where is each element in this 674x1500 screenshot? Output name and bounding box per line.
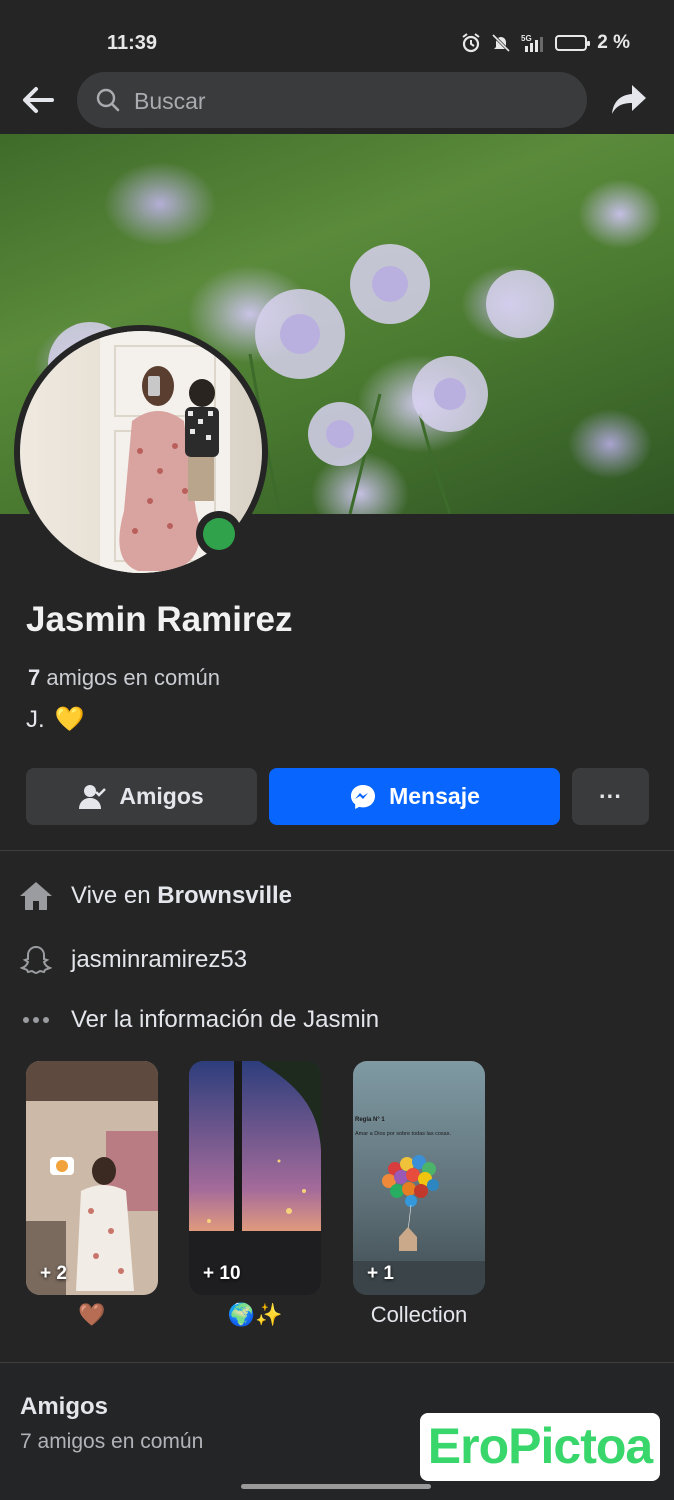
bio-emoji: 💛 (54, 706, 85, 733)
back-arrow-icon[interactable] (18, 80, 58, 120)
status-time: 11:39 (107, 32, 158, 54)
highlight-2-photo (189, 1061, 321, 1295)
share-icon[interactable] (610, 82, 648, 118)
more-options-button[interactable]: ··· (572, 768, 649, 825)
highlight-3-caption-title: Regla N° 1 (355, 1117, 385, 1123)
bio-text: J. (26, 705, 45, 733)
mute-bell-icon (492, 33, 511, 53)
highlight-2[interactable]: + 10 (189, 1061, 321, 1295)
signal-icon: 5G (521, 34, 544, 52)
watermark-logo: EroPictoa (420, 1413, 660, 1481)
more-info-row[interactable]: Ver la información de Jasmin (0, 1000, 674, 1040)
home-icon (18, 878, 54, 914)
highlight-1-count: + 2 (40, 1263, 67, 1284)
friends-button[interactable]: Amigos (26, 768, 257, 825)
highlight-2-count: + 10 (203, 1263, 241, 1284)
friends-section-subtitle[interactable]: 7 amigos en común (20, 1430, 203, 1454)
mutual-friends-count: 7 (28, 665, 41, 690)
message-button-label: Mensaje (389, 783, 480, 809)
highlight-2-label: 🌍✨ (227, 1302, 283, 1327)
more-info-text: Ver la información de Jasmin (71, 1006, 380, 1033)
messenger-icon (351, 784, 376, 809)
mutual-friends-text: amigos en común (46, 665, 221, 690)
message-button[interactable]: Mensaje (269, 768, 560, 825)
snapchat-username: jasminramirez53 (71, 946, 248, 973)
highlight-3-label: Collection (370, 1302, 468, 1327)
friend-check-icon (79, 784, 107, 809)
highlight-3-count: + 1 (367, 1263, 394, 1284)
top-bar: Buscar (0, 70, 674, 132)
snapchat-icon (18, 942, 54, 978)
snapchat-row[interactable]: jasminramirez53 (0, 940, 674, 980)
divider (0, 850, 674, 851)
profile-name: Jasmin Ramirez (26, 600, 293, 639)
highlight-3[interactable]: Regla N° 1 Amar a Dios por sobre todas l… (353, 1061, 485, 1295)
highlight-3-caption-text: Amar a Dios por sobre todas las cosas. (355, 1131, 451, 1137)
home-indicator[interactable] (241, 1484, 431, 1489)
highlight-1-label: 🤎 (78, 1302, 106, 1327)
search-icon (96, 88, 120, 112)
ellipsis-icon (18, 1002, 54, 1038)
battery-icon (555, 35, 591, 51)
mutual-friends[interactable]: 7 amigos en común (28, 665, 220, 691)
battery-percent: 2 % (597, 32, 630, 53)
search-placeholder: Buscar (134, 88, 206, 114)
lives-in-text: Vive en Brownsville (71, 882, 293, 909)
friends-section-title: Amigos (20, 1393, 109, 1420)
watermark-text: EroPictoa (427, 1418, 653, 1474)
search-input[interactable]: Buscar (77, 72, 587, 128)
highlight-1[interactable]: + 2 (26, 1061, 158, 1295)
network-type: 5G (521, 34, 532, 43)
online-status-dot (203, 518, 235, 550)
profile-bio: J. 💛 (26, 705, 85, 734)
alarm-icon (462, 33, 480, 53)
status-bar: 11:39 5G 2 % (0, 0, 674, 70)
highlight-1-photo (26, 1061, 158, 1295)
more-options-icon: ··· (599, 783, 622, 809)
lives-in-row: Vive en Brownsville (0, 876, 674, 916)
friends-button-label: Amigos (119, 783, 204, 809)
status-icons: 5G 2 % (461, 32, 630, 54)
lives-in-city[interactable]: Brownsville (157, 882, 292, 909)
highlight-3-photo: Regla N° 1 Amar a Dios por sobre todas l… (353, 1061, 485, 1295)
